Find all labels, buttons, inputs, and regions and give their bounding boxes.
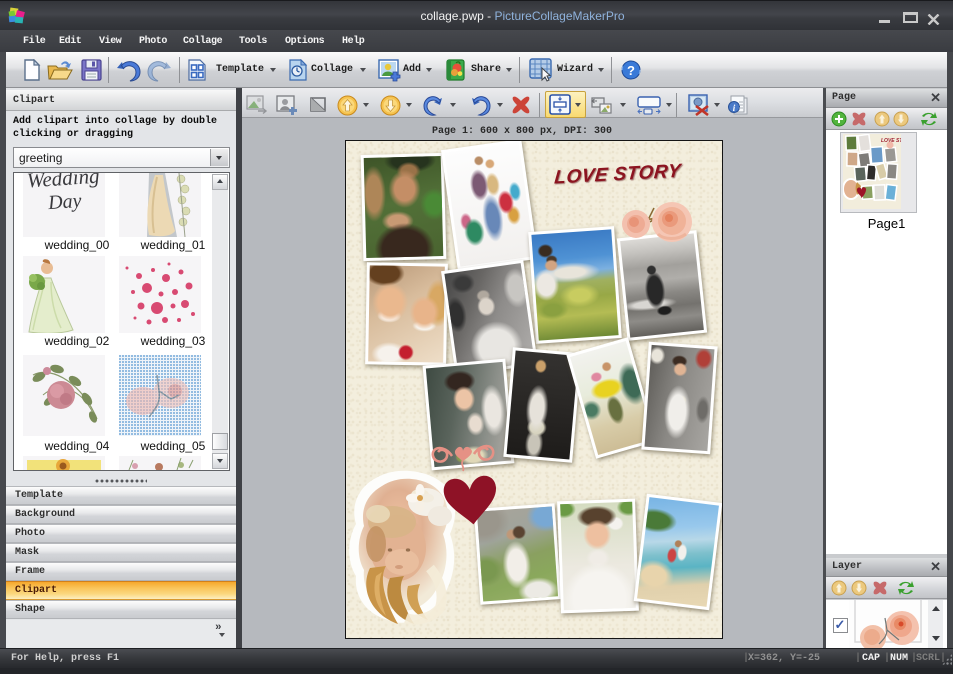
svg-text:?: ? xyxy=(627,63,635,78)
